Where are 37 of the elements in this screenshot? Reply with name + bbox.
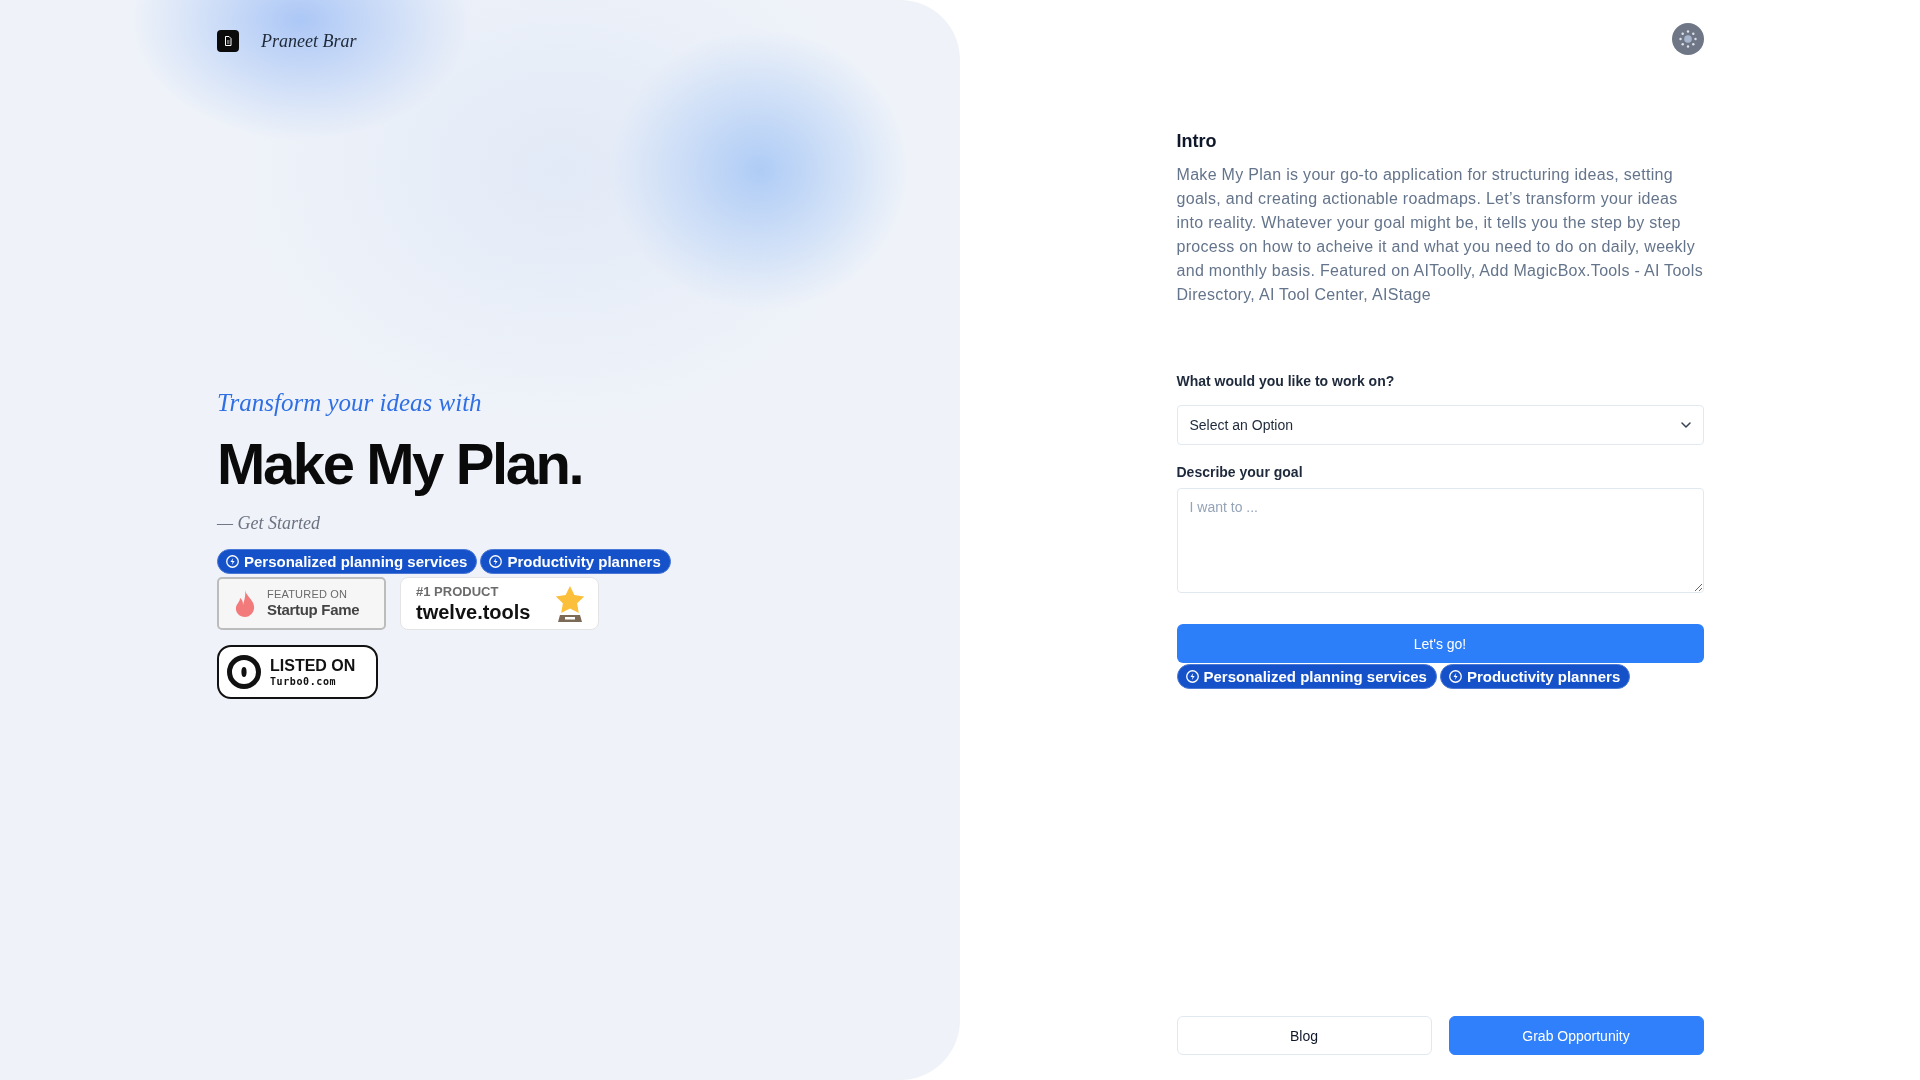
get-started-text: — Get Started [217,512,320,535]
sun-icon [1677,29,1698,49]
tag-chip[interactable]: Productivity planners [1439,664,1631,689]
badge-title: Startup Fame [267,601,360,619]
tag-chip[interactable]: Productivity planners [480,549,671,574]
hero-title: Make My Plan. [217,431,583,497]
select-field[interactable]: Select an Option [1176,405,1704,445]
bolt-icon [1185,670,1199,683]
ring-logo-icon [227,655,261,689]
bolt-icon [1448,670,1462,683]
goal-input-field[interactable]: I want to ... [1176,488,1704,593]
badge-caption: LISTED ON [270,656,356,675]
badge-title: twelve.tools [416,599,531,624]
badge-caption: FEATURED ON [267,588,348,601]
primary-button[interactable]: Grab Opportunity [1448,1016,1704,1055]
field-label: Describe your goal [1176,463,1304,482]
bolt-icon [226,555,239,568]
badge-caption: #1 PRODUCT [416,583,499,600]
intro-paragraph: Make My Plan is your go-to application for structuring ideas, setting goals, and creating actionable roadmaps. Let’s transform your ideas into reality. Whatever your goal might be, it tells you the step by step process on how to acheive it and what you need to do on daily, weekly and monthly basis. Featured on AIToolly, Add MagicBox.Tools - AI Tools Diresctory, AI Tool Center, AIStage [1176,165,1704,305]
submit-button[interactable]: Let's go! [1176,624,1704,663]
theme-toggle-button[interactable] [1671,23,1704,55]
tag-chip[interactable]: Personalized planning services [217,549,478,574]
badge-title: Turbo0.com [270,674,337,688]
hero-tagline: Transform your ideas with [217,388,482,418]
chevron-down-icon [1679,419,1692,431]
secondary-button[interactable]: Blog [1176,1016,1432,1055]
listed-badge[interactable]: LISTED ON Turbo0.com [217,645,378,699]
field-label: What would you like to work on? [1176,372,1396,391]
logo-icon [217,30,239,52]
brand-name: Praneet Brar [261,30,357,52]
product-badge[interactable]: #1 PRODUCT twelve.tools [400,577,599,630]
flame-icon [235,590,255,617]
star-trophy-icon [554,585,586,622]
bolt-icon [489,555,503,568]
tag-chip[interactable]: Personalized planning services [1176,664,1437,689]
featured-badge[interactable]: FEATURED ON Startup Fame [217,577,386,630]
intro-heading: Intro [1176,130,1218,153]
